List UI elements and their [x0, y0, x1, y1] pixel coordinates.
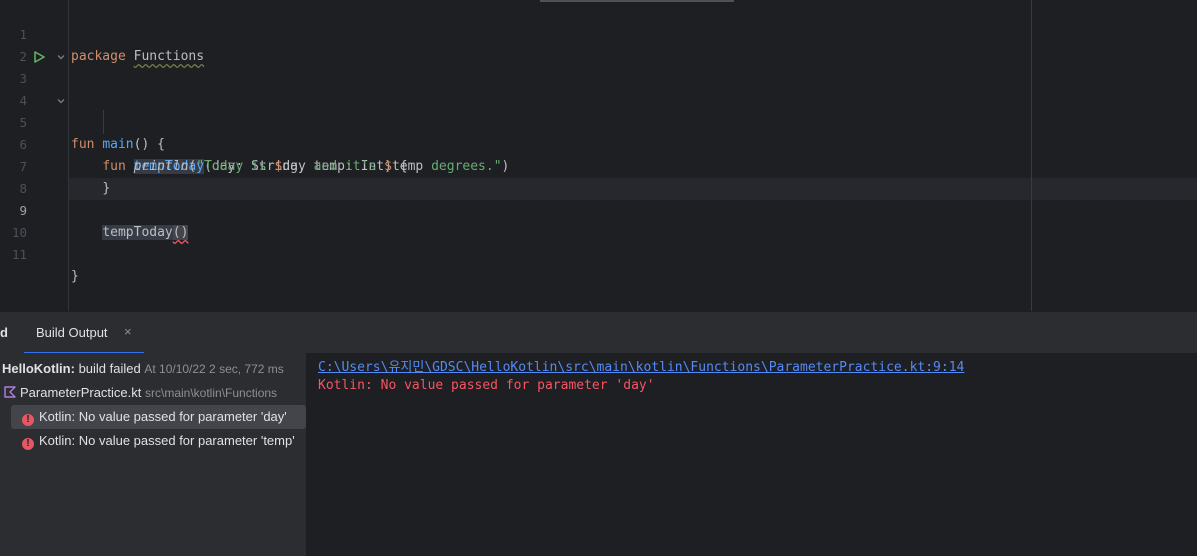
file-path: src\main\kotlin\Functions [145, 386, 278, 400]
code-line-3[interactable]: 3 fun main() { [0, 46, 1197, 152]
build-status: build failed [78, 361, 141, 376]
code-line-5[interactable]: 5 fun tempToday(day: String, temp: Int) … [0, 90, 1197, 174]
build-tree[interactable]: HelloKotlin: build failed At 10/10/22 2 … [0, 353, 306, 556]
error-message: Kotlin: No value passed for parameter 'd… [39, 409, 287, 424]
chevron-down-icon[interactable] [56, 52, 66, 62]
error-location-link[interactable]: C:\Users\유지민\GDSC\HelloKotlin\src\main\k… [318, 356, 964, 375]
run-icon[interactable] [33, 51, 45, 63]
close-icon[interactable]: × [124, 324, 132, 339]
tree-item-error[interactable]: ! Kotlin: No value passed for parameter '… [11, 405, 306, 429]
code-line-8[interactable]: 8 [0, 156, 1197, 196]
code-line-7[interactable]: 7 } [0, 134, 1197, 196]
project-name: HelloKotlin: [2, 361, 75, 376]
build-meta: At 10/10/22 2 sec, 772 ms [144, 362, 284, 376]
code-line-10[interactable]: 10 [0, 200, 1197, 240]
tab-build-output[interactable]: Build Output × [24, 312, 144, 354]
line-number: 11 [11, 247, 27, 262]
error-icon: ! [22, 414, 34, 426]
tree-item-error[interactable]: ! Kotlin: No value passed for parameter '… [22, 429, 306, 453]
code-line-1[interactable]: 1 package Functions [0, 2, 1197, 64]
error-icon: ! [22, 438, 34, 450]
build-tool-window-header: d Build Output × [0, 311, 1197, 354]
code-line-9[interactable]: 9 tempToday() [0, 178, 1197, 240]
chevron-down-icon[interactable] [56, 96, 66, 106]
output-error-message: Kotlin: No value passed for parameter 'd… [318, 378, 655, 393]
tree-item-file[interactable]: ParameterPractice.kt src\main\kotlin\Fun… [4, 381, 306, 405]
kotlin-file-icon [4, 386, 16, 398]
code-editor[interactable]: 1 package Functions 2 3 fun main() { 4 5… [0, 0, 1197, 311]
error-message: Kotlin: No value passed for parameter 't… [39, 433, 295, 448]
code-line-4[interactable]: 4 [0, 68, 1197, 108]
tab-label: Build Output [36, 325, 108, 340]
tree-root[interactable]: HelloKotlin: build failed At 10/10/22 2 … [2, 357, 306, 381]
code-line-6[interactable]: 6 println("Today is $day and it's $temp … [0, 112, 1197, 174]
build-output-console[interactable]: C:\Users\유지민\GDSC\HelloKotlin\src\main\k… [307, 353, 1197, 556]
code-line-2[interactable]: 2 [0, 24, 1197, 64]
tool-window-title: d [0, 325, 8, 340]
file-name: ParameterPractice.kt [20, 385, 142, 400]
code-line-11[interactable]: 11 } [0, 222, 1197, 284]
